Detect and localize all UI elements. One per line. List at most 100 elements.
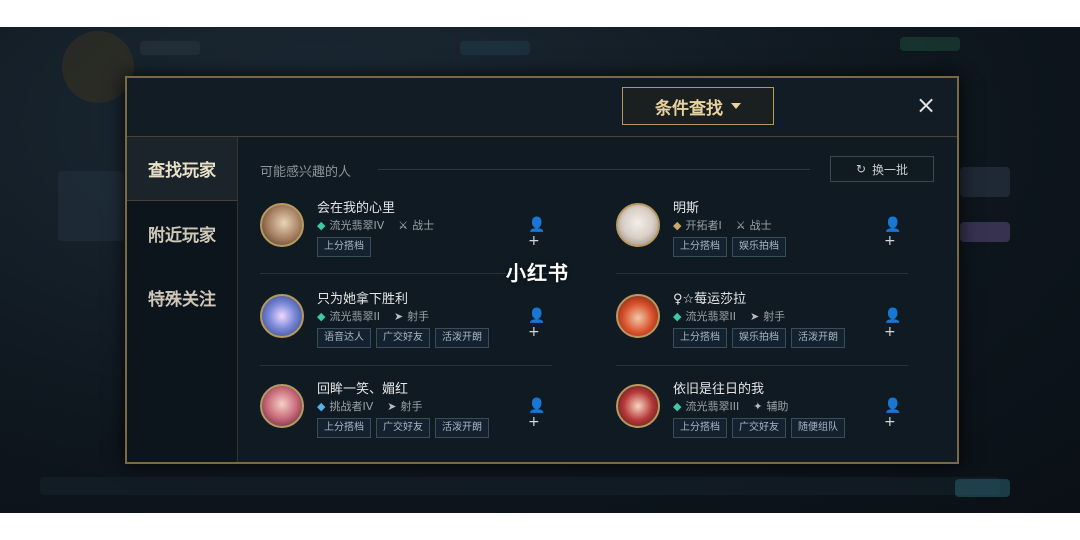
filter-search-button[interactable]: 条件查找 [622,87,774,125]
tag: 广交好友 [376,418,430,438]
support-icon: ✦ [753,399,763,413]
player-suggestions: 可能感兴趣的人 ↻ 换一批 会在我的心里 ◆ 流光翡翠IV ⚔ 战士 上分搭档 … [238,137,957,462]
tag: 语音达人 [317,328,371,348]
tag: 娱乐拍档 [732,237,786,257]
avatar[interactable] [260,384,304,428]
tag-list: 上分搭档 娱乐拍档 [673,237,786,257]
add-friend-icon: 👤+ [528,308,546,340]
player-card[interactable]: 明斯 ◆ 开拓者I ⚔ 战士 上分搭档 娱乐拍档 👤+ [616,197,916,277]
player-meta: ◆ 流光翡翠II ➤ 射手 [673,308,785,324]
player-rank: 挑战者IV [329,400,374,413]
blurred-top-right [900,37,960,51]
player-role: 射手 [400,400,423,413]
player-meta: ◆ 挑战者IV ➤ 射手 [317,398,422,414]
player-name: ♀☆莓运莎拉 [673,292,747,307]
tag: 上分搭档 [673,328,727,348]
challenger-rank-icon: ◆ [317,399,326,413]
blurred-currency [460,41,530,55]
avatar[interactable] [616,203,660,247]
section-title: 可能感兴趣的人 [260,165,352,180]
player-role: 战士 [412,219,435,232]
tag-list: 上分搭档 娱乐拍档 活泼开朗 [673,328,845,348]
tag-list: 上分搭档 广交好友 活泼开朗 [317,418,489,438]
emerald-rank-icon: ◆ [673,399,682,413]
tag: 随便组队 [791,418,845,438]
xiaohongshu-watermark: 小红书 [506,261,569,285]
player-meta: ◆ 流光翡翠III ✦ 辅助 [673,398,788,414]
player-name: 依旧是往日的我 [673,382,765,397]
add-friend-button[interactable]: 👤+ [884,308,908,340]
emerald-rank-icon: ◆ [673,309,682,323]
add-friend-icon: 👤+ [884,398,902,430]
blurred-name-bar [140,41,200,55]
row-divider [616,273,908,274]
avatar[interactable] [616,294,660,338]
tag-list: 语音达人 广交好友 活泼开朗 [317,328,489,348]
avatar[interactable] [260,203,304,247]
player-card[interactable]: 依旧是往日的我 ◆ 流光翡翠III ✦ 辅助 上分搭档 广交好友 随便组队 👤+ [616,378,916,458]
sidebar-item-nearby-players[interactable]: 附近玩家 [127,201,237,265]
player-role: 辅助 [766,400,789,413]
tag: 上分搭档 [673,237,727,257]
add-friend-button[interactable]: 👤+ [884,398,908,430]
tag: 上分搭档 [317,237,371,257]
tag: 活泼开朗 [791,328,845,348]
marksman-icon: ➤ [393,309,404,323]
close-button[interactable]: × [913,92,939,118]
sidebar-item-special-follow[interactable]: 特殊关注 [127,265,237,329]
sidebar: 查找玩家 附近玩家 特殊关注 [127,137,238,462]
tag-list: 上分搭档 [317,237,371,257]
player-rank: 开拓者I [685,219,722,232]
blurred-bottom-bar [40,477,1000,495]
blurred-left-tile [58,171,124,241]
add-friend-icon: 👤+ [528,217,546,249]
fighter-icon: ⚔ [735,218,746,232]
tag: 活泼开朗 [435,328,489,348]
tag: 广交好友 [376,328,430,348]
blurred-bottom-button [955,479,1010,497]
refresh-label: 换一批 [872,162,909,177]
pioneer-rank-icon: ◆ [673,218,682,232]
add-friend-icon: 👤+ [528,398,546,430]
add-friend-icon: 👤+ [884,308,902,340]
player-name: 只为她拿下胜利 [317,292,409,307]
player-role: 战士 [749,219,772,232]
blurred-avatar [62,31,134,103]
tag: 广交好友 [732,418,786,438]
player-card[interactable]: 回眸一笑、媚红 ◆ 挑战者IV ➤ 射手 上分搭档 广交好友 活泼开朗 👤+ [260,378,560,458]
filter-search-label: 条件查找 [655,98,723,119]
player-role: 射手 [763,310,786,323]
emerald-rank-icon: ◆ [317,218,326,232]
add-friend-button[interactable]: 👤+ [528,398,552,430]
row-divider [260,365,552,366]
player-meta: ◆ 开拓者I ⚔ 战士 [673,217,772,233]
caret-down-icon [731,103,741,109]
avatar[interactable] [616,384,660,428]
close-icon: × [915,91,937,119]
player-meta: ◆ 流光翡翠IV ⚔ 战士 [317,217,434,233]
refresh-button[interactable]: ↻ 换一批 [830,156,934,182]
player-rank: 流光翡翠II [329,310,380,323]
section-divider [378,169,810,170]
player-name: 回眸一笑、媚红 [317,382,409,397]
blurred-right-panel [960,167,1010,197]
add-friend-icon: 👤+ [884,217,902,249]
player-rank: 流光翡翠III [685,400,740,413]
player-card[interactable]: ♀☆莓运莎拉 ◆ 流光翡翠II ➤ 射手 上分搭档 娱乐拍档 活泼开朗 👤+ [616,288,916,368]
player-card[interactable]: 只为她拿下胜利 ◆ 流光翡翠II ➤ 射手 语音达人 广交好友 活泼开朗 👤+ [260,288,560,368]
blurred-right-badge [960,222,1010,242]
tag: 上分搭档 [673,418,727,438]
add-friend-button[interactable]: 👤+ [528,308,552,340]
dialog-header: 条件查找 × [127,78,957,137]
refresh-icon: ↻ [855,162,867,176]
add-friend-button[interactable]: 👤+ [884,217,908,249]
player-rank: 流光翡翠IV [329,219,385,232]
player-role: 射手 [407,310,430,323]
player-name: 明斯 [673,201,700,216]
player-rank: 流光翡翠II [685,310,736,323]
tag: 活泼开朗 [435,418,489,438]
marksman-icon: ➤ [387,399,397,413]
avatar[interactable] [260,294,304,338]
sidebar-item-find-players[interactable]: 查找玩家 [127,137,237,201]
add-friend-button[interactable]: 👤+ [528,217,552,249]
